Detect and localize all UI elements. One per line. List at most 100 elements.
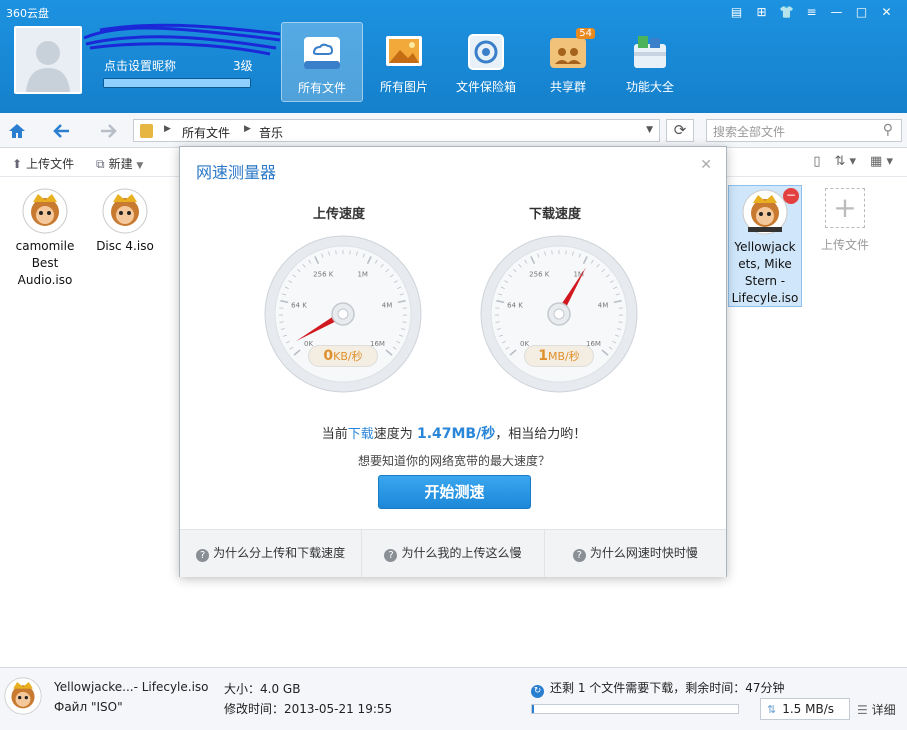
upload-tile[interactable]: + 上传文件 (815, 188, 875, 253)
result-mid: 速度为 (373, 427, 413, 442)
theme-icon[interactable]: 👕 (774, 4, 799, 20)
breadcrumb-music[interactable]: 音乐 (259, 124, 283, 141)
chevron-down-icon: ▼ (136, 161, 144, 171)
upload-arrow-icon: ⬆ (12, 157, 23, 171)
gauge-tick-label: 64 K (507, 302, 523, 310)
file-item-selected[interactable]: − Yellowjack ets, Mike Stern - Lifecyle.… (728, 185, 802, 307)
upload-speed-gauge: 0K64 K256 K 1M4M16M (264, 235, 422, 393)
nickname[interactable]: 点击设置昵称 (104, 57, 176, 74)
upload-speed-readout: 0KB/秒 (308, 345, 378, 367)
faq-item[interactable]: ? 为什么网速时快时慢 (545, 530, 726, 577)
gauge-tick-label: 4M (598, 302, 609, 310)
gauge-tick (279, 321, 284, 323)
file-item[interactable]: Disc 4.iso (94, 188, 156, 255)
nav-label: 共享群 (549, 80, 586, 94)
back-arrow-icon (53, 124, 69, 138)
download-info: 还剩 1 个文件需要下载，剩余时间：47分钟 (550, 681, 785, 695)
search-input[interactable]: 搜索全部文件 ⚲ (706, 119, 902, 142)
download-progress-bar (531, 704, 739, 714)
search-icon[interactable]: ⚲ (883, 122, 893, 138)
menu-icon[interactable]: ≡ (799, 4, 824, 20)
chevron-down-icon[interactable]: ▼ (646, 125, 653, 135)
monkey-iso-icon (102, 188, 148, 234)
apps-icon[interactable]: ⊞ (749, 4, 774, 20)
gauge-tick-label: 4M (382, 302, 393, 310)
download-speed-value: 1 (538, 348, 548, 364)
question-icon: ? (384, 549, 398, 562)
home-button[interactable] (0, 118, 34, 143)
faq-label: 为什么网速时快时慢 (589, 546, 698, 560)
upload-speed-title: 上传速度 (313, 207, 366, 222)
nav-file-safe[interactable]: 文件保险箱 (445, 22, 527, 102)
file-name-line: Best (31, 256, 59, 270)
nav-share-group[interactable]: 54 共享群 (527, 22, 609, 102)
download-speed-unit: MB/秒 (548, 350, 580, 363)
new-button[interactable]: ⧉ 新建 ▼ (96, 155, 143, 172)
window-controls: ▤ ⊞ 👕 ≡ — □ ✕ (724, 4, 899, 20)
safe-icon (464, 30, 508, 74)
detail-button[interactable]: ☰ 详细 (857, 701, 896, 718)
gauge-tick-label: 1M (357, 271, 368, 279)
photos-icon (382, 30, 426, 74)
file-name-line: Stern - (744, 274, 786, 288)
selected-file-modified: 修改时间：2013-05-21 19:55 (224, 702, 393, 716)
close-icon[interactable]: ✕ (700, 157, 712, 173)
gauge-tick (495, 321, 500, 323)
file-name-line: Disc 4.iso (96, 239, 154, 253)
forward-button[interactable] (92, 118, 126, 143)
breadcrumb-separator-icon: ▶ (164, 124, 171, 134)
file-name-line: Audio.iso (17, 273, 73, 287)
nav-all-files[interactable]: 所有文件 (281, 22, 363, 102)
toolbar: ▶ 所有文件 ▶ 音乐 ▼ ⟳ 搜索全部文件 ⚲ (0, 113, 907, 148)
view-controls: ▯ ⇅ ▾ ▦ ▾ (813, 154, 893, 169)
back-button[interactable] (44, 118, 78, 143)
upload-button[interactable]: ⬆ 上传文件 (12, 155, 74, 172)
level-progress-bar (103, 78, 251, 88)
plus-icon: + (825, 188, 865, 228)
selected-file-type: Файл "ISO" (54, 700, 123, 714)
faq-label: 为什么分上传和下载速度 (213, 546, 346, 560)
user-silhouette-icon (16, 28, 80, 92)
main-nav: 所有文件 所有图片 文件保险箱 54 共享群 功能大全 (281, 22, 691, 102)
download-status: ↻ 还剩 1 个文件需要下载，剩余时间：47分钟 (531, 679, 785, 698)
home-icon (9, 124, 25, 138)
upload-speed-value: 0 (323, 348, 334, 364)
close-icon[interactable]: ✕ (874, 4, 899, 20)
new-folder-icon: ⧉ (96, 157, 105, 171)
app-title: 360云盘 (6, 7, 49, 20)
skin-icon[interactable]: ▤ (724, 4, 749, 20)
gauge-hub-center (553, 308, 565, 320)
maximize-icon[interactable]: □ (849, 4, 874, 20)
start-test-button[interactable]: 开始测速 (378, 475, 531, 509)
status-bar: Yellowjacke...- Lifecyle.iso Файл "ISO" … (0, 667, 907, 730)
grid-view-icon[interactable]: ▦ ▾ (870, 154, 893, 169)
bandwidth-hint: 想要知道你的网络宽带的最大速度？ (357, 454, 550, 468)
search-placeholder: 搜索全部文件 (713, 125, 786, 139)
breadcrumb-all-files[interactable]: 所有文件 (182, 124, 230, 141)
sort-icon[interactable]: ⇅ ▾ (834, 154, 856, 169)
preview-pane-icon[interactable]: ▯ (813, 154, 820, 169)
result-speed: 1.47MB/秒 (416, 426, 496, 442)
folder-icon (140, 124, 153, 138)
nav-all-photos[interactable]: 所有图片 (363, 22, 445, 102)
nav-toolbox[interactable]: 功能大全 (609, 22, 691, 102)
transfer-rate-box[interactable]: ⇅ 1.5 MB/s (760, 698, 850, 720)
file-item[interactable]: camomile Best Audio.iso (14, 188, 76, 289)
faq-item[interactable]: ? 为什么分上传和下载速度 (180, 530, 363, 577)
avatar[interactable] (14, 26, 82, 94)
download-speed-title: 下载速度 (529, 207, 582, 222)
remove-icon[interactable]: − (783, 188, 799, 204)
toolbox-icon (628, 30, 672, 74)
faq-item[interactable]: ? 为什么我的上传这么慢 (362, 530, 545, 577)
minimize-icon[interactable]: — (824, 4, 849, 20)
address-bar[interactable]: ▶ 所有文件 ▶ 音乐 ▼ (133, 119, 660, 142)
nav-label: 功能大全 (625, 80, 674, 94)
question-icon: ? (196, 549, 210, 562)
result-suffix: ，相当给力哟！ (495, 427, 587, 442)
file-name-line: Lifecyle.iso (731, 291, 799, 305)
speed-result: 当前下载速度为 1.47MB/秒，相当给力哟！ (180, 423, 728, 443)
gauge-tick-label: 1M (573, 271, 584, 279)
gauge-tick-label: 256 K (529, 271, 550, 279)
refresh-button[interactable]: ⟳ (666, 119, 694, 142)
share-group-badge: 54 (576, 28, 595, 39)
